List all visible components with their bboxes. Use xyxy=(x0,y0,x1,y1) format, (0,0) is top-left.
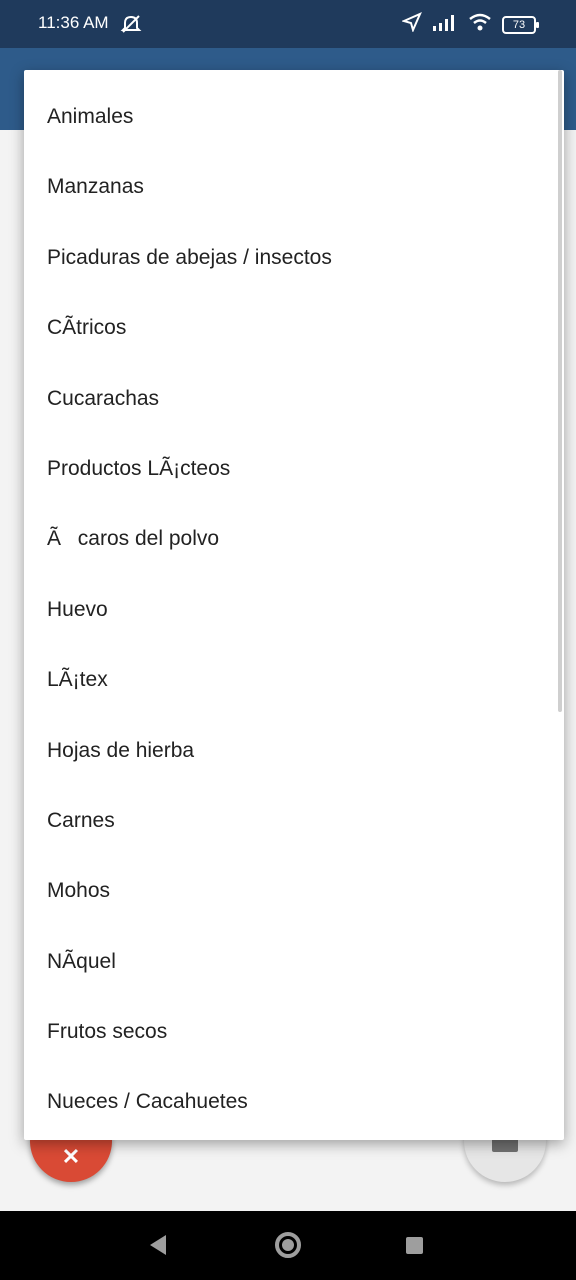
menu-item[interactable]: CÃtricos xyxy=(24,293,564,363)
menu-item[interactable]: Huevo xyxy=(24,575,564,645)
wifi-icon xyxy=(468,13,492,36)
recent-apps-icon[interactable] xyxy=(406,1237,423,1254)
mute-icon xyxy=(120,14,142,39)
home-icon[interactable] xyxy=(275,1232,301,1258)
status-time: 11:36 AM xyxy=(38,13,109,32)
system-nav-bar xyxy=(0,1211,576,1280)
allergen-dropdown-menu: Animales Manzanas Picaduras de abejas / … xyxy=(24,70,564,1140)
menu-item[interactable]: Picaduras de abejas / insectos xyxy=(24,223,564,293)
menu-item[interactable]: Frutos secos xyxy=(24,997,564,1067)
menu-item[interactable]: Ãcaros del polvo xyxy=(24,504,564,574)
location-icon xyxy=(401,12,422,37)
status-icons: 73 xyxy=(401,12,539,37)
menu-item[interactable]: Manzanas xyxy=(24,152,564,222)
menu-item[interactable]: Animales xyxy=(24,82,564,152)
menu-scrollbar[interactable] xyxy=(558,70,562,712)
status-bar: 11:36 AM 73 xyxy=(0,0,576,48)
menu-item[interactable]: Mohos xyxy=(24,856,564,926)
menu-item[interactable]: LÃ¡tex xyxy=(24,645,564,715)
camera-icon xyxy=(492,1138,518,1152)
menu-item[interactable]: Nueces / Cacahuetes xyxy=(24,1067,564,1137)
signal-icon xyxy=(432,13,458,36)
menu-item[interactable]: Cucarachas xyxy=(24,364,564,434)
menu-item[interactable]: NÃquel xyxy=(24,927,564,997)
menu-item[interactable]: Carnes xyxy=(24,786,564,856)
close-icon: ✕ xyxy=(61,1144,81,1169)
back-icon[interactable] xyxy=(150,1235,166,1255)
menu-item[interactable]: Productos LÃ¡cteos xyxy=(24,434,564,504)
menu-item[interactable]: Hojas de hierba xyxy=(24,716,564,786)
battery-icon: 73 xyxy=(502,15,539,34)
